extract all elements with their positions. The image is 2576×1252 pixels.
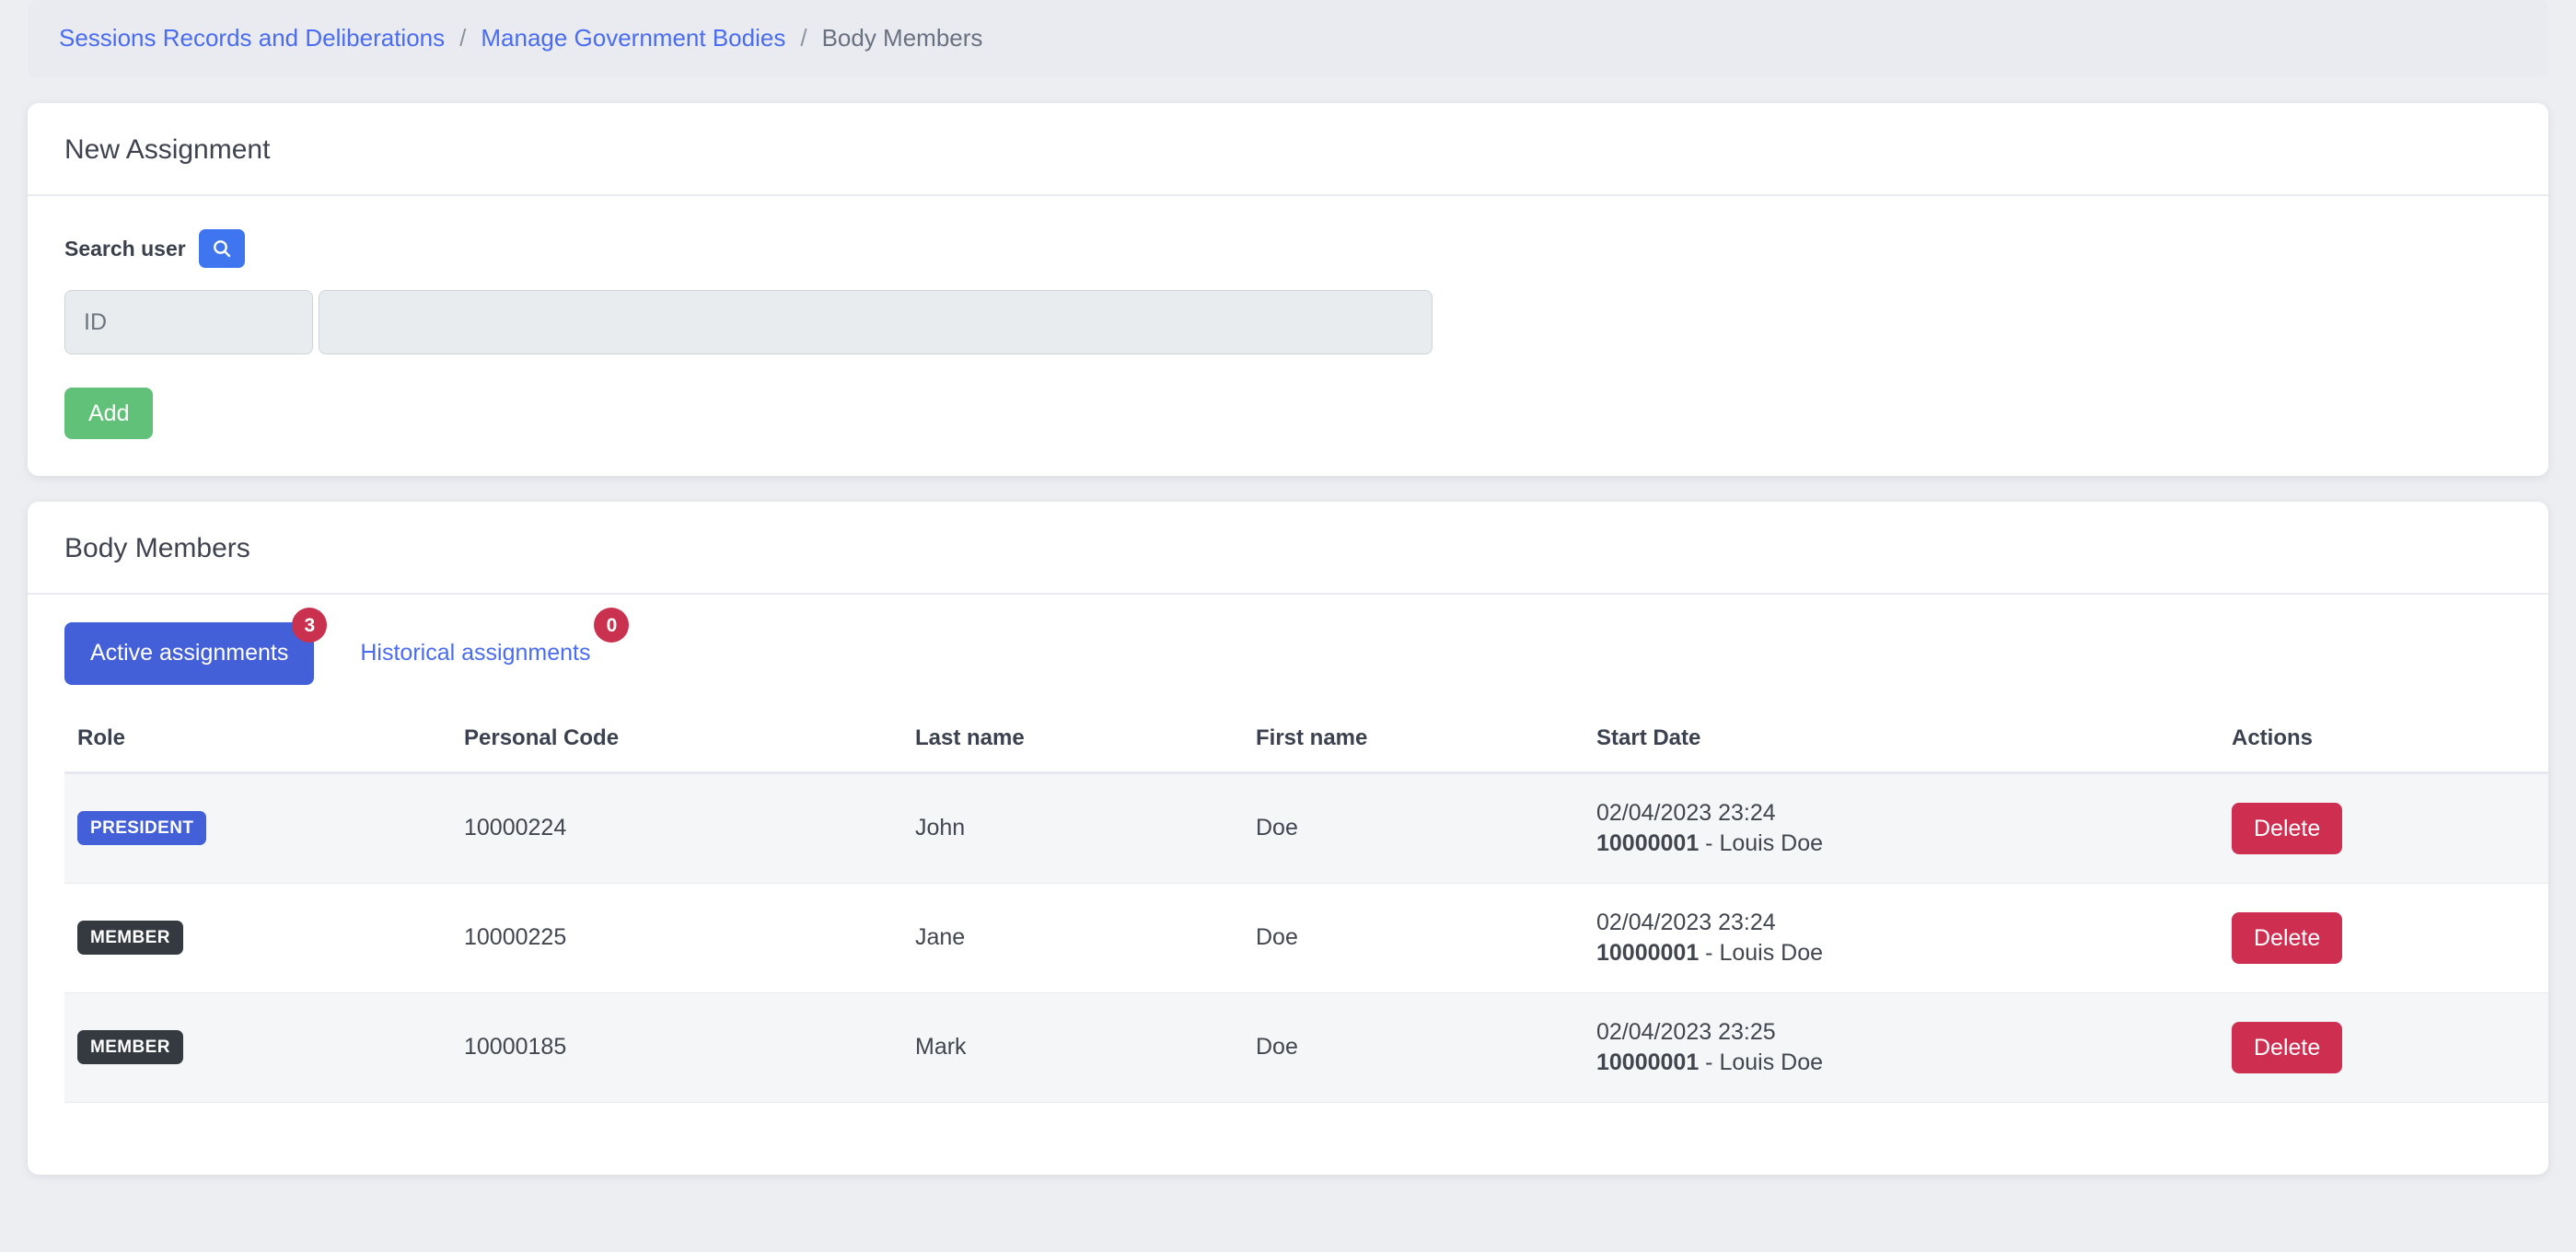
add-button[interactable]: Add (64, 388, 154, 439)
body-members-card: Body Members Active assignments 3 Histor… (28, 502, 2548, 1175)
search-user-button[interactable] (198, 229, 245, 268)
role-badge: PRESIDENT (77, 811, 207, 845)
new-assignment-title: New Assignment (64, 134, 271, 165)
user-fields-row (64, 290, 2512, 354)
new-assignment-card: New Assignment Search user Add (28, 103, 2548, 476)
members-table-container: Role Personal Code Last name First name … (28, 708, 2548, 1175)
cell-last-name: Jane (902, 883, 1243, 993)
column-header-first-name: First name (1243, 708, 1584, 774)
body-members-title: Body Members (64, 533, 250, 563)
assignment-tabs: Active assignments 3 Historical assignme… (64, 608, 2512, 709)
start-date-actor: 10000001 - Louis Doe (1596, 829, 2206, 859)
cell-actions: Delete (2219, 772, 2548, 884)
cell-first-name: Doe (1243, 772, 1584, 884)
cell-start-date: 02/04/2023 23:24 10000001 - Louis Doe (1584, 883, 2219, 993)
tabs-container: Active assignments 3 Historical assignme… (28, 595, 2548, 709)
cell-actions: Delete (2219, 992, 2548, 1103)
breadcrumb-separator: / (800, 24, 807, 52)
search-icon (211, 238, 233, 260)
cell-last-name: Mark (902, 992, 1243, 1103)
role-badge: MEMBER (77, 1030, 183, 1064)
actor-name: Louis Doe (1719, 939, 1824, 966)
cell-personal-code: 10000224 (451, 772, 902, 884)
actor-name: Louis Doe (1719, 829, 1824, 856)
actor-separator: - (1699, 1049, 1720, 1075)
tab-active-assignments[interactable]: Active assignments 3 (64, 608, 328, 685)
page-root: Sessions Records and Deliberations / Man… (0, 0, 2576, 1252)
cell-personal-code: 10000225 (451, 883, 902, 993)
tab-historical-assignments-badge: 0 (594, 608, 630, 643)
tab-historical-assignments-label: Historical assignments (360, 640, 591, 666)
cell-start-date: 02/04/2023 23:24 10000001 - Louis Doe (1584, 772, 2219, 884)
actor-separator: - (1699, 939, 1720, 966)
user-id-input[interactable] (64, 290, 313, 354)
tab-active-assignments-badge: 3 (292, 608, 328, 643)
body-members-header: Body Members (28, 502, 2548, 595)
cell-actions: Delete (2219, 883, 2548, 993)
search-user-label: Search user (64, 236, 186, 261)
breadcrumb-item-manage-government-bodies[interactable]: Manage Government Bodies (481, 26, 785, 50)
breadcrumb-item-current: Body Members (821, 24, 983, 52)
new-assignment-header: New Assignment (28, 103, 2548, 196)
cell-first-name: Doe (1243, 992, 1584, 1103)
table-footer-spacer (64, 1103, 2512, 1175)
actor-separator: - (1699, 829, 1720, 856)
table-row: MEMBER 10000225 Jane Doe 02/04/2023 23:2… (64, 883, 2548, 993)
actor-code: 10000001 (1596, 829, 1700, 856)
cell-first-name: Doe (1243, 883, 1584, 993)
delete-button[interactable]: Delete (2232, 802, 2343, 854)
start-date-value: 02/04/2023 23:25 (1596, 1018, 1776, 1045)
tab-historical-assignments[interactable]: Historical assignments 0 (334, 608, 630, 685)
actor-code: 10000001 (1596, 1049, 1700, 1075)
column-header-start-date: Start Date (1584, 708, 2219, 774)
role-badge: MEMBER (77, 921, 183, 955)
delete-button[interactable]: Delete (2232, 1021, 2343, 1073)
start-date-actor: 10000001 - Louis Doe (1596, 938, 2206, 968)
cell-role: MEMBER (64, 992, 451, 1103)
tab-active-assignments-label: Active assignments (90, 640, 289, 666)
user-name-input[interactable] (319, 290, 1433, 354)
column-header-personal-code: Personal Code (451, 708, 902, 774)
breadcrumb: Sessions Records and Deliberations / Man… (28, 0, 2548, 77)
cell-role: PRESIDENT (64, 772, 451, 884)
cell-role: MEMBER (64, 883, 451, 993)
start-date-value: 02/04/2023 23:24 (1596, 909, 1776, 935)
cell-personal-code: 10000185 (451, 992, 902, 1103)
members-table-head: Role Personal Code Last name First name … (64, 708, 2548, 774)
members-table: Role Personal Code Last name First name … (64, 708, 2548, 1103)
members-table-body: PRESIDENT 10000224 John Doe 02/04/2023 2… (64, 772, 2548, 1103)
start-date-value: 02/04/2023 23:24 (1596, 799, 1776, 826)
column-header-role: Role (64, 708, 451, 774)
search-user-row: Search user (64, 229, 2512, 268)
table-header-row: Role Personal Code Last name First name … (64, 708, 2548, 774)
cell-last-name: John (902, 772, 1243, 884)
actor-name: Louis Doe (1719, 1049, 1824, 1075)
table-row: MEMBER 10000185 Mark Doe 02/04/2023 23:2… (64, 992, 2548, 1103)
breadcrumb-item-sessions-records[interactable]: Sessions Records and Deliberations (59, 26, 445, 50)
start-date-actor: 10000001 - Louis Doe (1596, 1048, 2206, 1078)
new-assignment-body: Search user Add (28, 196, 2548, 476)
actor-code: 10000001 (1596, 939, 1700, 966)
delete-button[interactable]: Delete (2232, 911, 2343, 964)
cell-start-date: 02/04/2023 23:25 10000001 - Louis Doe (1584, 992, 2219, 1103)
table-row: PRESIDENT 10000224 John Doe 02/04/2023 2… (64, 772, 2548, 884)
breadcrumb-separator: / (459, 24, 467, 52)
column-header-actions: Actions (2219, 708, 2548, 774)
column-header-last-name: Last name (902, 708, 1243, 774)
